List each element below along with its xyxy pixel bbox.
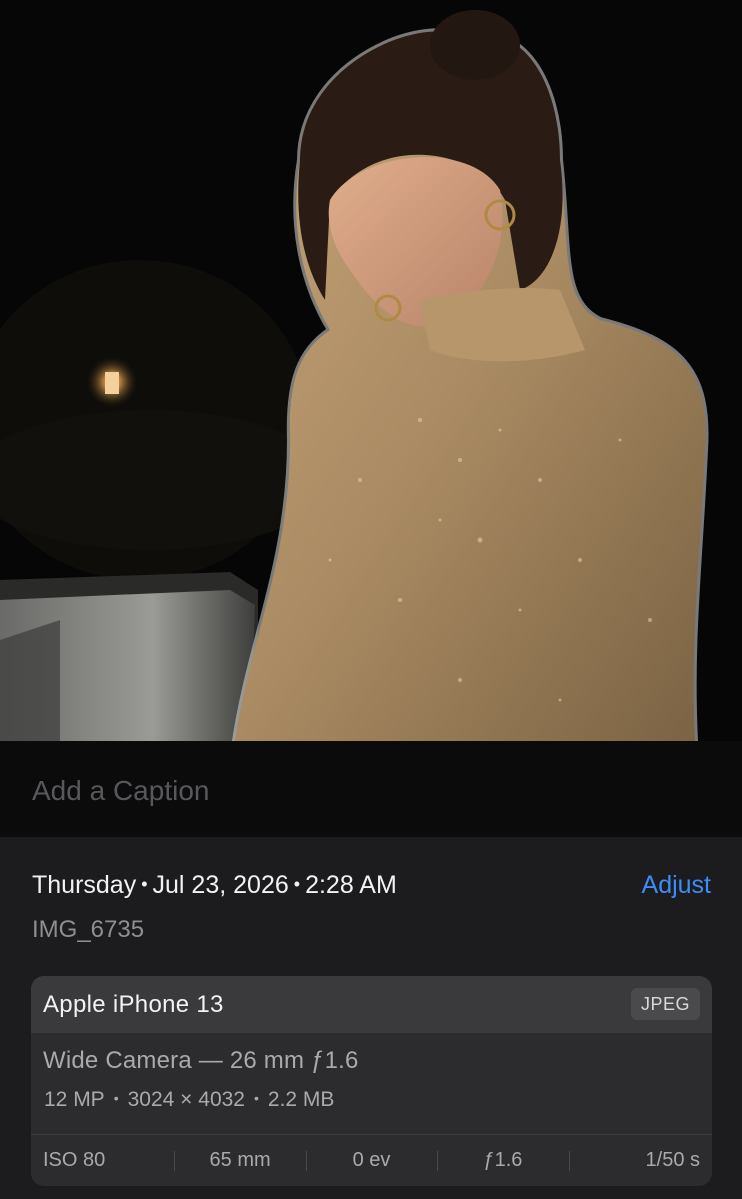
separator-dot: • (293, 874, 301, 894)
photo-day: Thursday (32, 871, 137, 899)
exif-aperture: ƒ1.6 (437, 1149, 568, 1172)
photo-image (0, 0, 742, 741)
image-specs: 12 MP • 3024 × 4032 • 2.2 MB (44, 1088, 334, 1112)
info-panel: Thursday • Jul 23, 2026 • 2:28 AM Adjust IMG… (0, 837, 742, 1199)
exif-focal-length: 65 mm (174, 1149, 305, 1172)
caption-area (0, 741, 742, 837)
photo-datetime: Thursday • Jul 23, 2026 • 2:28 AM (32, 871, 397, 900)
metadata-card-header: Apple iPhone 13 JPEG (31, 976, 712, 1033)
dimensions: 3024 × 4032 (127, 1088, 245, 1111)
separator-dot: • (253, 1090, 259, 1106)
metadata-card: Apple iPhone 13 JPEG Wide Camera — 26 mm… (31, 976, 712, 1186)
exif-shutter-speed: 1/50 s (568, 1149, 712, 1172)
lens-info: Wide Camera — 26 mm ƒ1.6 (43, 1047, 359, 1074)
photo-viewer[interactable] (0, 0, 742, 741)
photo-time: 2:28 AM (305, 871, 397, 899)
file-size: 2.2 MB (267, 1088, 335, 1111)
separator-dot: • (141, 874, 148, 894)
exif-iso: ISO 80 (43, 1149, 106, 1171)
device-name: Apple iPhone 13 (43, 991, 224, 1018)
photo-filename: IMG_6735 (32, 916, 145, 943)
caption-input[interactable] (32, 771, 712, 811)
adjust-button[interactable]: Adjust (642, 871, 711, 900)
separator-dot: • (113, 1090, 119, 1106)
exif-exposure-value: 0 ev (305, 1149, 437, 1172)
format-badge: JPEG (630, 988, 700, 1020)
resolution: 12 MP (44, 1088, 105, 1111)
exif-row: ISO 80 65 mm 0 ev ƒ1.6 1/50 s (31, 1134, 712, 1186)
photo-date: Jul 23, 2026 (152, 871, 289, 899)
